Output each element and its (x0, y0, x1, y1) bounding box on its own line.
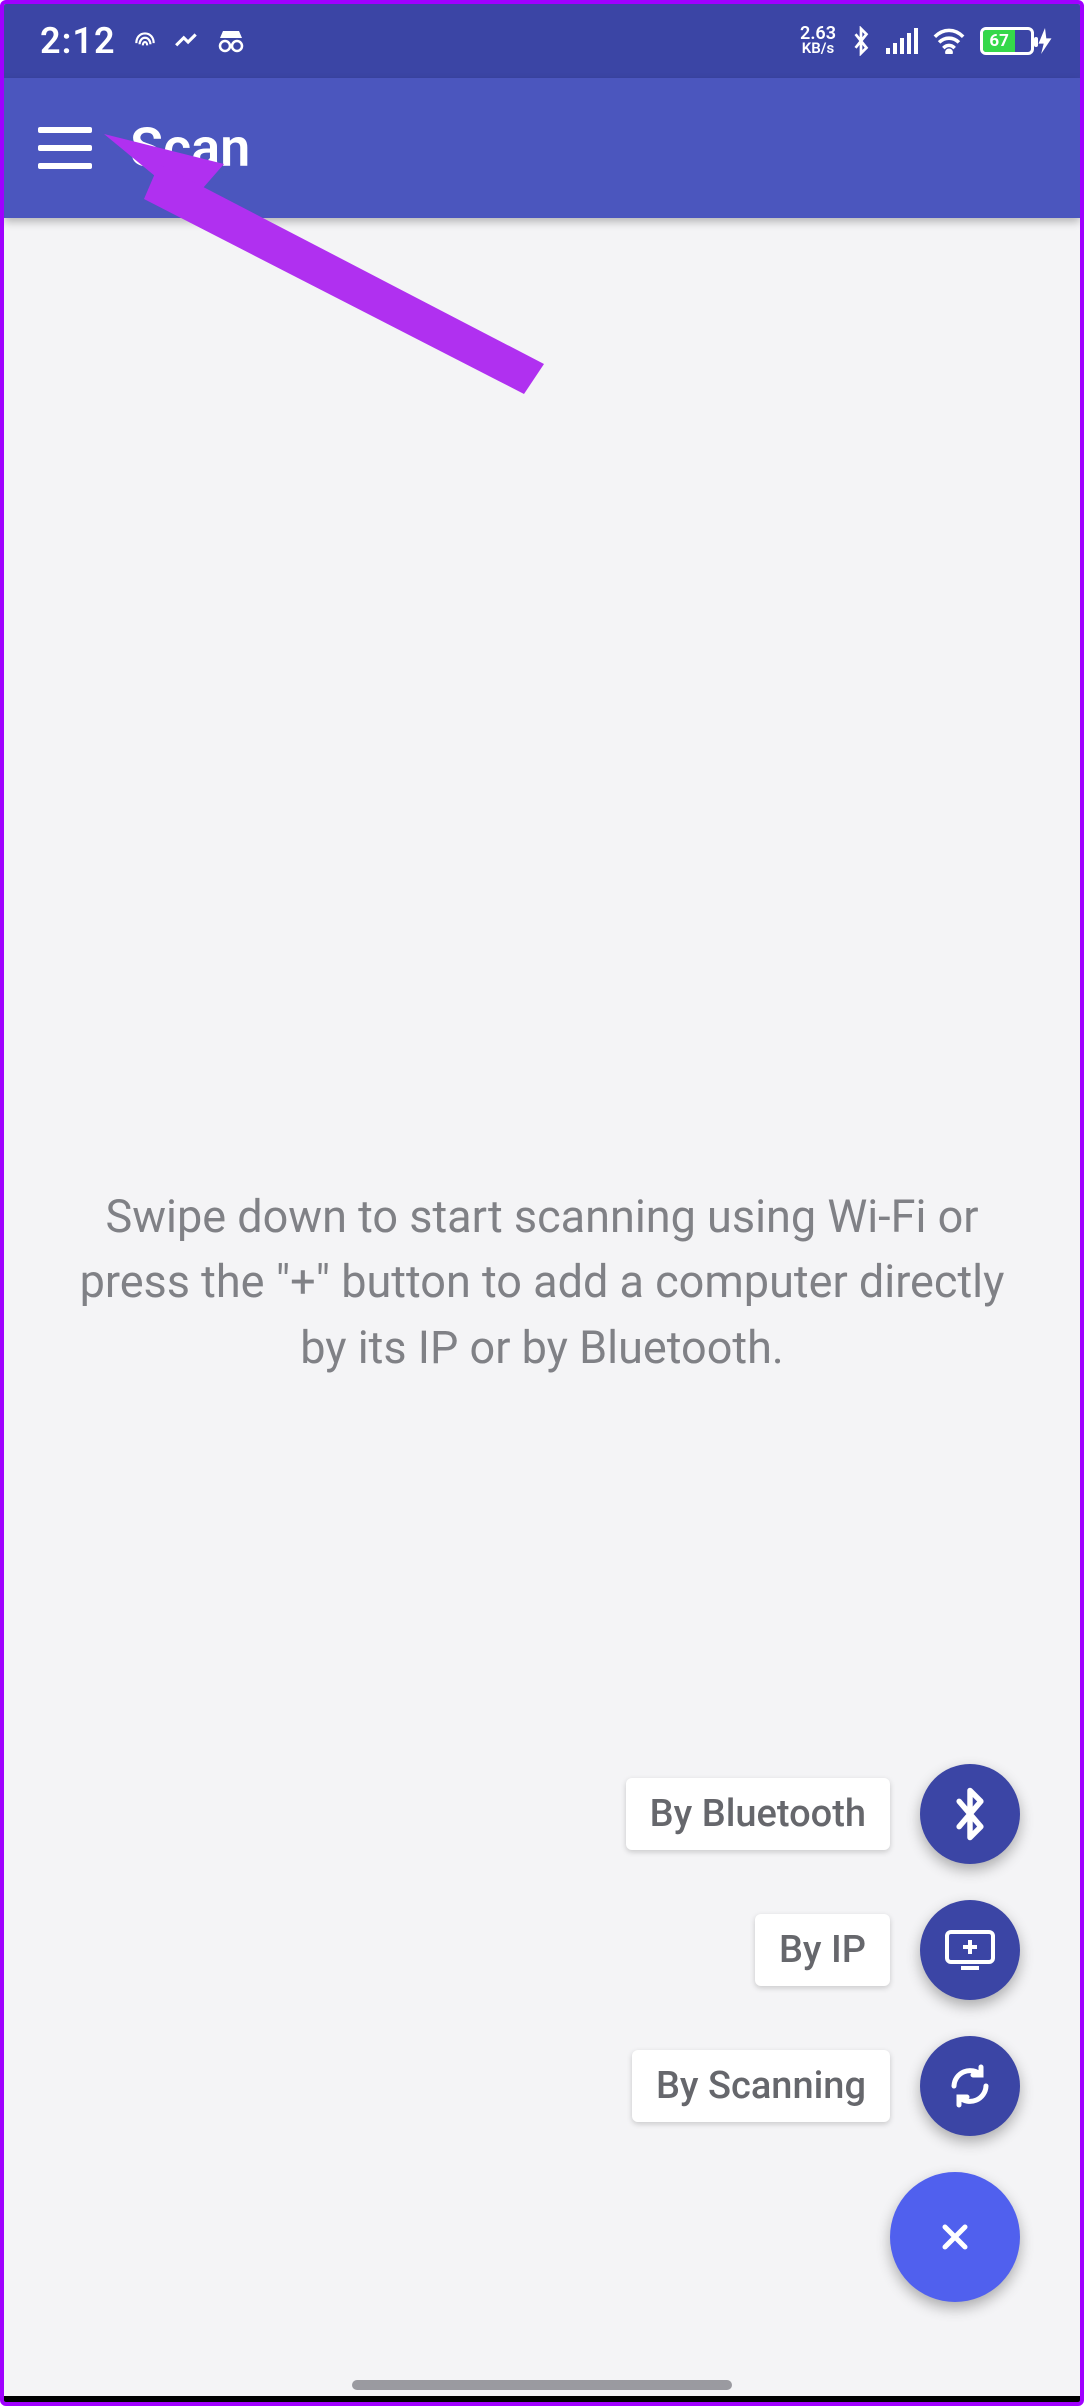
empty-state-hint: Swipe down to start scanning using Wi-Fi… (62, 1184, 1022, 1380)
net-rate-unit: KB/s (802, 42, 834, 56)
fab-scanning-button[interactable] (920, 2036, 1020, 2136)
app-bar: Scan (4, 78, 1080, 218)
app-bar-title: Scan (130, 117, 250, 180)
cellular-signal-icon (886, 28, 918, 54)
status-right: 2.63 KB/s 67 (800, 26, 1052, 56)
status-left: 2:12 (40, 20, 246, 62)
refresh-icon (946, 2062, 994, 2110)
incognito-icon (216, 28, 246, 54)
nav-home-indicator[interactable] (352, 2380, 732, 2390)
fab-label-bluetooth[interactable]: By Bluetooth (626, 1778, 890, 1850)
battery-indicator: 67 (980, 27, 1052, 55)
fab-row-ip: By IP (755, 1900, 1020, 2000)
bluetooth-icon (947, 1785, 993, 1843)
fab-row-scanning: By Scanning (632, 2036, 1020, 2136)
fab-close-button[interactable] (890, 2172, 1020, 2302)
device-frame: 2:12 2.63 KB/s (0, 0, 1084, 2406)
battery-percent: 67 (983, 30, 1015, 52)
charging-icon (1038, 28, 1052, 54)
tools-icon (174, 28, 200, 54)
fab-row-main (890, 2172, 1020, 2302)
fab-menu: By Bluetooth By IP By Scanning (626, 1764, 1020, 2302)
fingerprint-icon (132, 28, 158, 54)
menu-button[interactable] (38, 127, 92, 169)
bluetooth-status-icon (850, 26, 872, 56)
fab-row-bluetooth: By Bluetooth (626, 1764, 1020, 1864)
close-icon (935, 2217, 975, 2257)
wifi-icon (932, 28, 966, 54)
bottom-edge (4, 2396, 1080, 2402)
fab-label-ip[interactable]: By IP (755, 1914, 890, 1986)
status-bar: 2:12 2.63 KB/s (4, 4, 1080, 78)
status-net-rate: 2.63 KB/s (800, 26, 836, 56)
status-clock: 2:12 (40, 20, 116, 62)
fab-label-scanning[interactable]: By Scanning (632, 2050, 890, 2122)
fab-bluetooth-button[interactable] (920, 1764, 1020, 1864)
monitor-plus-icon (943, 1928, 997, 1972)
fab-ip-button[interactable] (920, 1900, 1020, 2000)
